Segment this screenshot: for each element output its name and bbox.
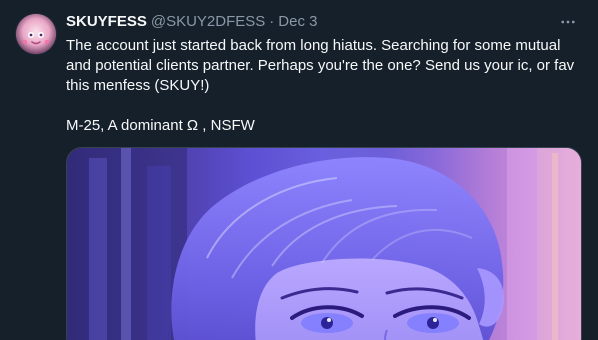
more-options-button[interactable] (556, 10, 580, 34)
avatar[interactable] (16, 14, 56, 54)
tweet-media-image[interactable] (66, 147, 582, 340)
avatar-icon (16, 14, 56, 54)
tweet[interactable]: SKUYFESS @SKUY2DFESS · Dec 3 The account… (0, 0, 598, 340)
tweet-body-paragraph-2: M-25, A dominant Ω , NSFW (66, 117, 255, 134)
separator-dot: · (269, 13, 275, 30)
more-options-icon (561, 20, 575, 24)
handle[interactable]: @SKUY2DFESS (151, 12, 265, 32)
timestamp[interactable]: Dec 3 (278, 12, 317, 32)
tweet-header: SKUYFESS @SKUY2DFESS · Dec 3 (66, 12, 578, 32)
tweet-body-paragraph-1: The account just started back from long … (66, 37, 575, 94)
display-name[interactable]: SKUYFESS (66, 12, 147, 32)
tweet-text: The account just started back from long … (66, 36, 582, 136)
anime-image (67, 148, 581, 340)
